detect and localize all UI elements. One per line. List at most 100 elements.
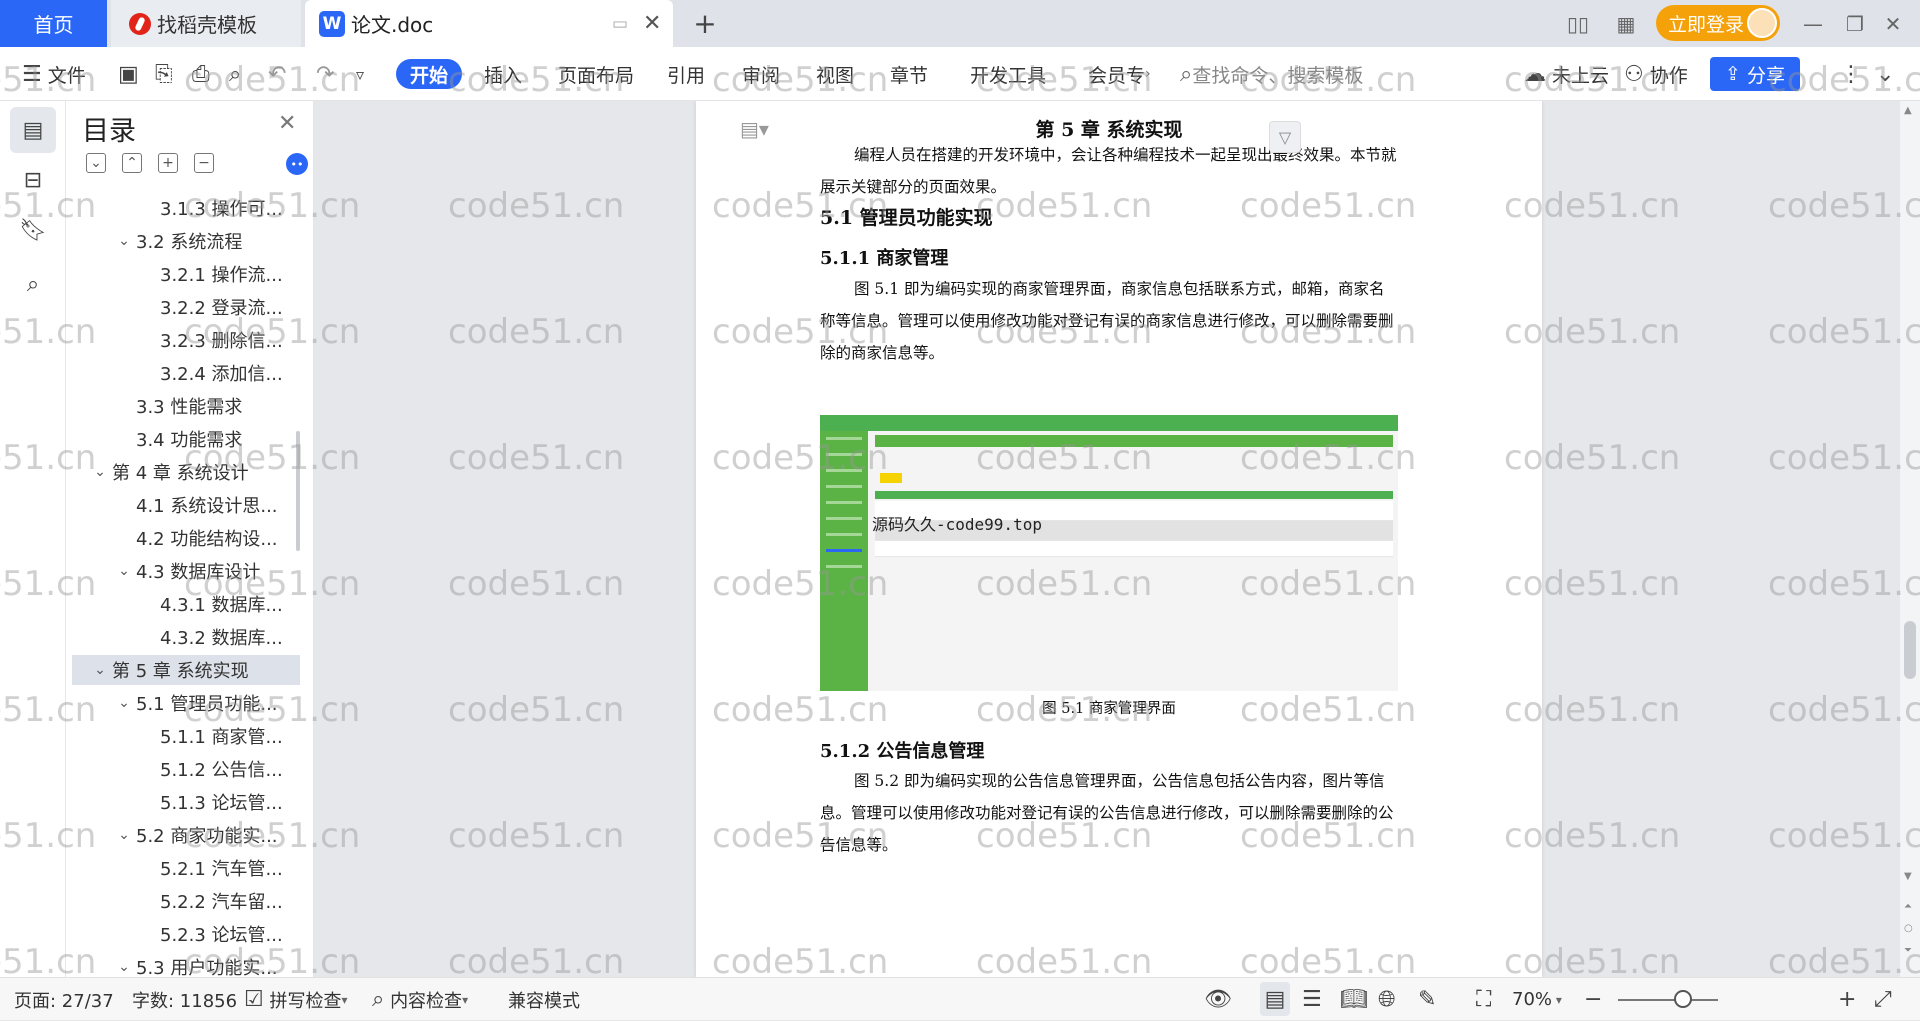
- spell-check[interactable]: ☑ 拼写检查 ▾: [244, 978, 348, 1021]
- undo-icon[interactable]: ↶: [268, 47, 286, 101]
- toc-item[interactable]: 3.2.2 登录流...: [72, 292, 300, 322]
- collapse-all-icon[interactable]: ⌄: [86, 153, 106, 173]
- toc-item[interactable]: ⌄ 第 4 章 系统设计: [72, 457, 300, 487]
- tab-document[interactable]: W 论文.doc ▭ ✕: [305, 0, 673, 47]
- tab-insert[interactable]: 插入: [484, 47, 522, 101]
- toc-item[interactable]: 5.1.3 论坛管...: [72, 787, 300, 817]
- toc-item[interactable]: 4.2 功能结构设...: [72, 523, 300, 553]
- export-icon[interactable]: ⎘: [155, 47, 173, 101]
- toc-item[interactable]: 3.2.3 删除信...: [72, 325, 300, 355]
- collapse-panel-icon[interactable]: ▽: [1269, 121, 1301, 153]
- toc-item[interactable]: ⌄ 3.2 系统流程: [72, 226, 300, 256]
- more-dropdown-icon[interactable]: ▿: [356, 47, 364, 101]
- prev-page-icon[interactable]: ⏶: [1904, 901, 1912, 912]
- tab-member[interactable]: 会员专 ›: [1088, 47, 1151, 101]
- scroll-up-icon[interactable]: ▲: [1904, 105, 1912, 116]
- fit-page-icon[interactable]: ⛶: [1476, 978, 1491, 1021]
- bookmark-icon[interactable]: 🔖︎: [10, 207, 56, 253]
- chevron-down-icon[interactable]: ⌄: [92, 662, 108, 678]
- page-view-icon[interactable]: ▤: [1260, 982, 1290, 1016]
- toc-item[interactable]: 5.1.2 公告信...: [72, 754, 300, 784]
- share-button[interactable]: ⇪ 分享: [1710, 57, 1800, 91]
- expand-up-icon[interactable]: ⌃: [122, 153, 142, 173]
- toc-item[interactable]: 5.2.2 汽车留...: [72, 886, 300, 916]
- page-count[interactable]: 页面: 27/37: [14, 978, 114, 1021]
- toc-item[interactable]: ⌄ 第 5 章 系统实现: [72, 655, 300, 685]
- toc-item[interactable]: 5.2.3 论坛管...: [72, 919, 300, 949]
- chevron-down-icon[interactable]: ⌄: [116, 233, 132, 249]
- zoom-level[interactable]: 70% ▾: [1512, 978, 1562, 1021]
- minimize-icon[interactable]: —: [1798, 0, 1828, 47]
- toc-item[interactable]: 5.1.1 商家管...: [72, 721, 300, 751]
- apps-grid-icon[interactable]: ▦: [1610, 0, 1642, 47]
- tab-start[interactable]: 开始: [396, 59, 462, 89]
- command-search[interactable]: ⌕ 查找命令、搜索模板: [1180, 47, 1363, 101]
- collaborate-button[interactable]: ⚇ 协作: [1624, 47, 1688, 101]
- chevron-down-icon[interactable]: ⌄: [116, 959, 132, 975]
- toc-item[interactable]: 4.3.2 数据库...: [72, 622, 300, 652]
- page-select-icon[interactable]: ○: [1904, 923, 1913, 934]
- toc-item[interactable]: 3.2.1 操作流...: [72, 259, 300, 289]
- tab-page-layout[interactable]: 页面布局: [558, 47, 634, 101]
- toc-item[interactable]: 5.2.1 汽车管...: [72, 853, 300, 883]
- tab-view[interactable]: 视图: [816, 47, 854, 101]
- tab-home[interactable]: 首页: [0, 0, 107, 47]
- toc-item[interactable]: 3.1.3 操作可...: [72, 193, 300, 223]
- login-button[interactable]: 立即登录: [1656, 5, 1780, 41]
- toc-item[interactable]: 3.3 性能需求: [72, 391, 300, 421]
- chevron-down-icon[interactable]: ⌄: [116, 563, 132, 579]
- write-mode-icon[interactable]: ✎: [1418, 978, 1436, 1021]
- tab-developer-tools[interactable]: 开发工具: [970, 47, 1046, 101]
- reading-mode-icon[interactable]: ▯▯: [1558, 0, 1598, 47]
- content-check[interactable]: ⌕ 内容检查 ▾: [372, 978, 468, 1021]
- scrollbar-thumb[interactable]: [1904, 621, 1916, 679]
- toc-icon[interactable]: ▤: [10, 107, 56, 153]
- window-close-icon[interactable]: ✕: [1878, 0, 1908, 47]
- chevron-down-icon[interactable]: ⌄: [92, 464, 108, 480]
- print-preview-icon[interactable]: ⌕: [229, 47, 241, 101]
- page-outline-icon[interactable]: ▤▾: [740, 117, 769, 141]
- toc-item[interactable]: 3.4 功能需求: [72, 424, 300, 454]
- save-icon[interactable]: ▣: [118, 47, 139, 101]
- eye-protection-icon[interactable]: 👁︎: [1204, 978, 1232, 1021]
- scroll-down-icon[interactable]: ▼: [1904, 871, 1912, 882]
- toc-item[interactable]: ⌄ 5.1 管理员功能...: [72, 688, 300, 718]
- remove-heading-icon[interactable]: −: [194, 153, 214, 173]
- zoom-in-icon[interactable]: +: [1838, 978, 1856, 1021]
- web-view-icon[interactable]: 🌐︎: [1378, 978, 1396, 1021]
- tab-reference[interactable]: 引用: [667, 47, 705, 101]
- add-heading-icon[interactable]: +: [158, 153, 178, 173]
- file-menu[interactable]: ☰ 文件: [22, 47, 86, 101]
- next-page-icon[interactable]: ⏷: [1904, 945, 1912, 956]
- outline-view-icon[interactable]: ☰: [1302, 978, 1322, 1021]
- zoom-slider[interactable]: [1618, 999, 1718, 1001]
- vertical-scrollbar[interactable]: ▲ ▼ ⏶ ○ ⏷: [1900, 101, 1920, 977]
- toc-item[interactable]: 3.2.4 添加信...: [72, 358, 300, 388]
- zoom-out-icon[interactable]: −: [1584, 978, 1602, 1021]
- toc-item[interactable]: 4.1 系统设计思...: [72, 490, 300, 520]
- close-tab-icon[interactable]: ✕: [643, 11, 661, 36]
- chevron-down-icon[interactable]: ⌄: [116, 695, 132, 711]
- more-options-icon[interactable]: ⋮: [1840, 47, 1862, 101]
- restore-icon[interactable]: ❐: [1840, 0, 1870, 47]
- pin-tab-icon[interactable]: ▭: [612, 14, 628, 34]
- fullscreen-icon[interactable]: ⤢: [1874, 978, 1892, 1021]
- tab-review[interactable]: 审阅: [742, 47, 780, 101]
- find-icon[interactable]: ⌕: [10, 261, 56, 307]
- toc-item[interactable]: ⌄ 4.3 数据库设计: [72, 556, 300, 586]
- collapse-ribbon-icon[interactable]: ⌄: [1876, 47, 1894, 101]
- print-icon[interactable]: ⎙: [192, 47, 210, 101]
- smart-toc-icon[interactable]: ••: [286, 153, 308, 175]
- redo-icon[interactable]: ↷: [316, 47, 334, 101]
- tab-chapter[interactable]: 章节: [890, 47, 928, 101]
- word-count[interactable]: 字数: 11856: [132, 978, 237, 1021]
- toc-item[interactable]: ⌄ 5.2 商家功能实...: [72, 820, 300, 850]
- close-toc-icon[interactable]: ✕: [278, 111, 296, 136]
- reading-view-icon[interactable]: 📖︎: [1340, 978, 1368, 1021]
- tab-template[interactable]: 找稻壳模板: [111, 0, 301, 47]
- cloud-status[interactable]: ☁ 未上云: [1524, 47, 1609, 101]
- zoom-slider-handle[interactable]: [1674, 990, 1692, 1008]
- toc-item[interactable]: 4.3.1 数据库...: [72, 589, 300, 619]
- toc-item[interactable]: ⌄ 5.3 用户功能实...: [72, 952, 300, 977]
- chapter-nav-icon[interactable]: ⊟: [10, 157, 56, 203]
